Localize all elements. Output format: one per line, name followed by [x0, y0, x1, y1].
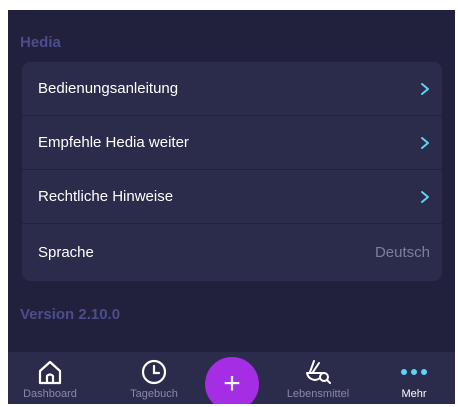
chevron-right-icon	[421, 82, 429, 95]
menu-item-label: Empfehle Hedia weiter	[38, 134, 189, 151]
menu-item-label: Sprache	[38, 243, 94, 261]
menu-item-legal[interactable]: Rechtliche Hinweise	[22, 170, 442, 224]
chevron-right-icon	[421, 136, 429, 149]
menu-item-manual[interactable]: Bedienungsanleitung	[22, 62, 442, 116]
more-dots-icon	[401, 369, 427, 375]
menu-item-label: Bedienungsanleitung	[38, 80, 179, 97]
tab-label: Lebensmittel	[286, 388, 350, 400]
tab-diary[interactable]: Tagebuch	[114, 352, 194, 404]
tab-label: Dashboard	[23, 388, 77, 400]
tab-more[interactable]: Mehr	[374, 352, 454, 404]
tab-label: Mehr	[401, 388, 427, 400]
settings-screen: Hedia Bedienungsanleitung Empfehle Hedia…	[8, 10, 455, 404]
menu-item-label: Rechtliche Hinweise	[38, 188, 174, 205]
menu-card: Bedienungsanleitung Empfehle Hedia weite…	[22, 62, 442, 281]
language-value: Deutsch	[374, 243, 430, 261]
clock-icon	[141, 359, 167, 385]
section-title: Hedia	[20, 34, 61, 51]
menu-item-language[interactable]: Sprache Deutsch	[22, 224, 442, 280]
chevron-right-icon	[421, 190, 429, 203]
tab-food[interactable]: Lebensmittel	[278, 352, 358, 404]
home-icon	[38, 360, 62, 385]
tab-label: Tagebuch	[130, 388, 178, 400]
add-button[interactable]: +	[205, 357, 259, 404]
tab-dashboard[interactable]: Dashboard	[10, 352, 90, 404]
menu-item-recommend[interactable]: Empfehle Hedia weiter	[22, 116, 442, 170]
version-label: Version 2.10.0	[20, 306, 121, 323]
food-search-icon	[306, 360, 331, 384]
